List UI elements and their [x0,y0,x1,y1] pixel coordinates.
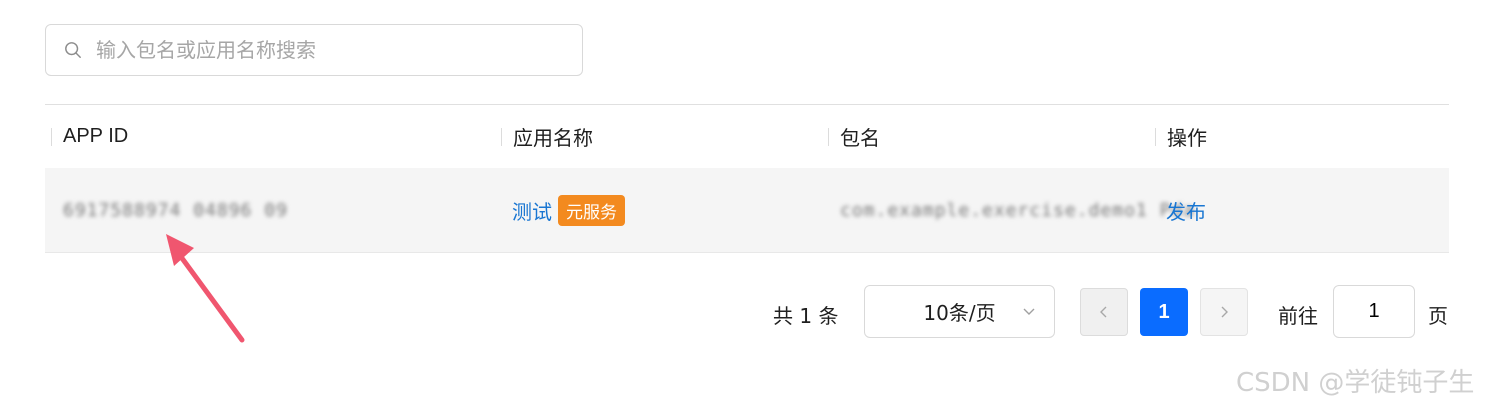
app-table: APP ID 应用名称 包名 操作 6917588974 04896 09 测试… [45,104,1449,253]
goto-page-input[interactable] [1333,285,1415,338]
watermark: CSDN @学徒钝子生 [1236,368,1475,398]
column-divider [1155,127,1156,146]
column-header-app-id: APP ID [51,105,128,168]
column-header-label: 应用名称 [513,128,593,150]
column-header-action: 操作 [1155,105,1207,168]
package-value: com.example.exercise.demo1 Pda [840,199,1196,221]
page-unit-label: 页 [1428,304,1448,328]
annotation-arrow-icon [166,234,245,343]
column-header-label: 包名 [840,128,880,150]
publish-link[interactable]: 发布 [1166,196,1206,225]
table-row: 6917588974 04896 09 测试 元服务 com.example.e… [45,168,1449,253]
page-size-value: 10条/页 [923,301,996,325]
next-page-button[interactable] [1200,288,1248,336]
service-type-badge: 元服务 [558,194,625,226]
column-divider [51,127,52,146]
column-header-label: 操作 [1167,128,1207,150]
page-button-current[interactable]: 1 [1140,288,1188,336]
app-id-value: 6917588974 04896 09 [63,199,288,221]
column-header-label: APP ID [63,125,129,147]
search-input[interactable] [94,37,582,63]
app-name-cell: 测试 元服务 [512,168,625,252]
column-header-app-name: 应用名称 [501,105,593,168]
goto-label: 前往 [1278,304,1318,328]
prev-page-button[interactable] [1080,288,1128,336]
chevron-right-icon [1221,306,1228,318]
page-size-select[interactable]: 10条/页 [864,285,1055,338]
column-divider [501,127,502,146]
pagination-total: 共 1 条 [773,304,839,328]
action-cell: 发布 [1166,168,1206,252]
package-cell: com.example.exercise.demo1 Pda [840,168,1195,252]
chevron-down-icon [1023,308,1035,315]
search-icon [65,42,81,58]
column-divider [828,127,829,146]
column-header-package: 包名 [828,105,880,168]
chevron-left-icon [1100,306,1107,318]
app-name-link[interactable]: 测试 [512,196,552,225]
table-header: APP ID 应用名称 包名 操作 [45,104,1449,168]
search-box[interactable] [45,24,583,76]
